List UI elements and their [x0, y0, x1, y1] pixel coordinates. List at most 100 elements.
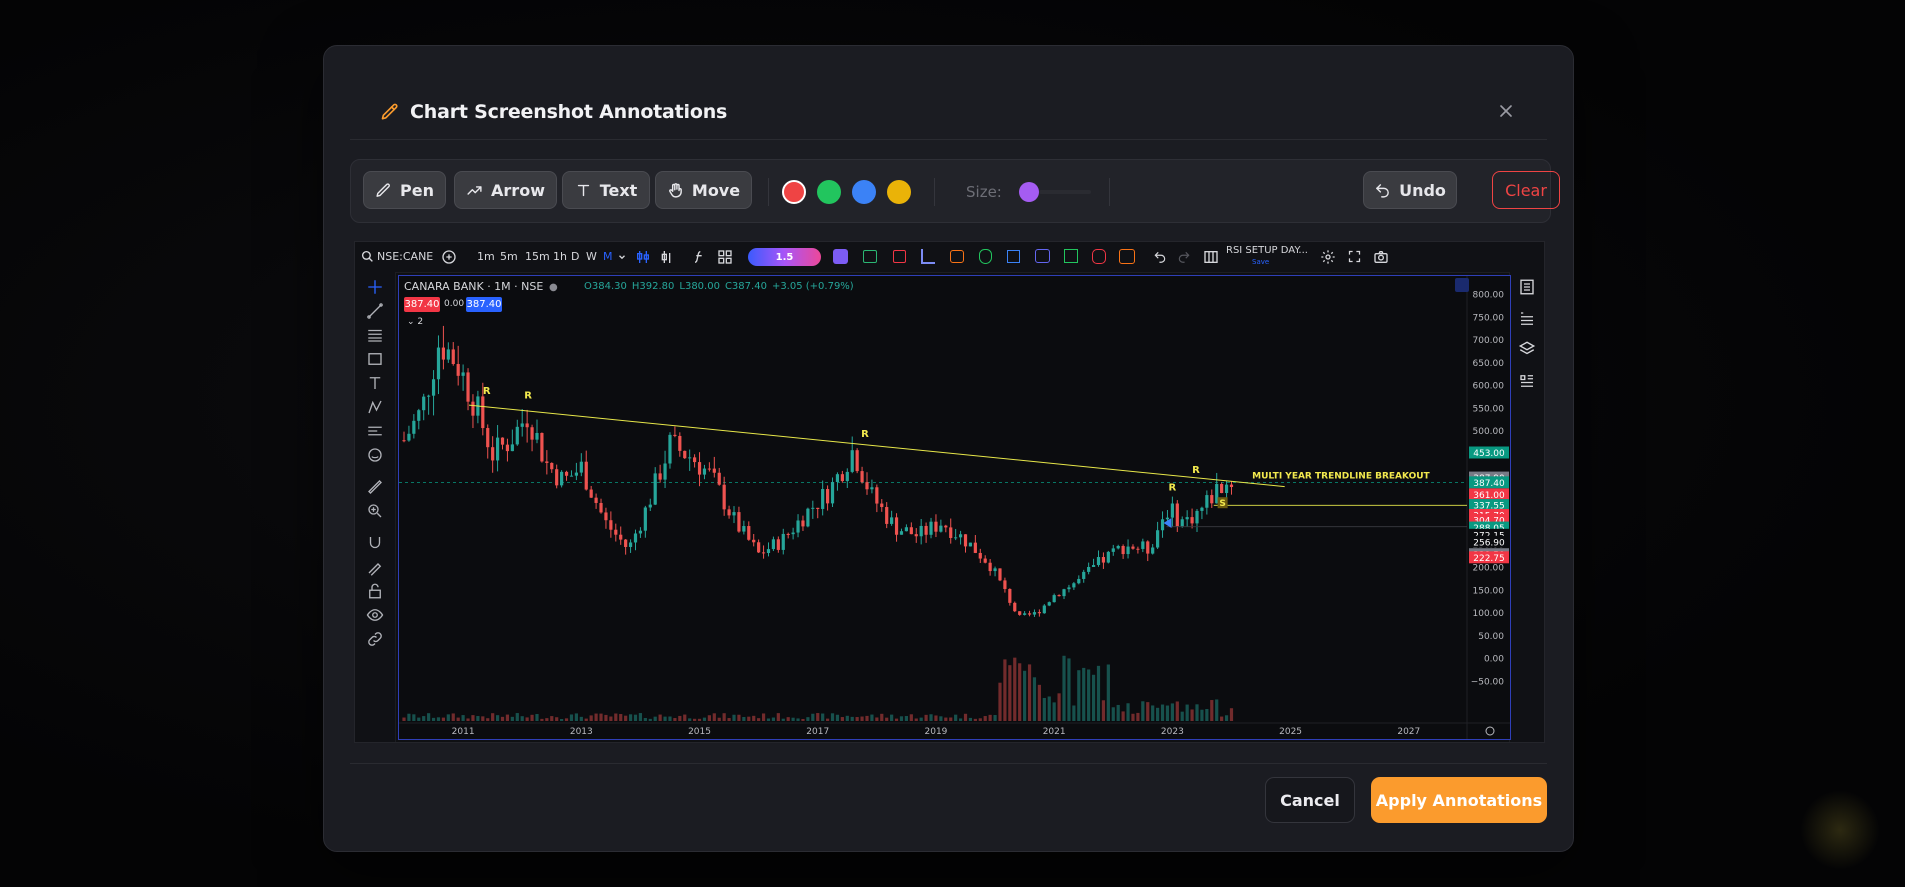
widget-icon[interactable] [833, 249, 848, 264]
fib-icon[interactable] [366, 326, 384, 344]
indicators-icon[interactable] [691, 249, 707, 265]
interval-m[interactable]: M [603, 250, 613, 263]
candle-body [1160, 519, 1165, 531]
fullscreen-icon[interactable] [1347, 249, 1362, 264]
undo-label: Undo [1399, 180, 1446, 200]
candle-body [727, 509, 731, 516]
candle-body [643, 507, 647, 531]
replay-icon[interactable] [863, 250, 877, 263]
color-swatch-green[interactable] [817, 180, 841, 204]
move-tool-button[interactable]: Move [655, 171, 752, 209]
chart-plot-area[interactable]: 800.00 750.00 700.00 650.00 600.00 550.00 500.… [398, 275, 1511, 740]
magnet-icon[interactable] [366, 534, 384, 552]
pen-tool-button[interactable]: Pen [363, 171, 446, 209]
alerts-list-icon[interactable] [1518, 310, 1536, 328]
volume-bar [1072, 705, 1076, 721]
buy-price-box[interactable]: 387.40 [466, 297, 502, 312]
lock-icon[interactable] [366, 582, 384, 600]
interval-w[interactable]: W [586, 250, 597, 263]
crosshair-icon[interactable] [366, 278, 384, 296]
indicator-toggle[interactable]: ⌄ 2 [407, 317, 423, 327]
emoji-icon[interactable] [366, 446, 384, 464]
shape-icon[interactable] [366, 350, 384, 368]
volume-bar [914, 718, 918, 721]
trendline-icon[interactable] [366, 302, 384, 320]
candle-body [958, 534, 963, 538]
templates-icon[interactable] [717, 249, 733, 265]
eye-icon[interactable] [366, 606, 384, 624]
text-tool-icon[interactable] [366, 374, 384, 392]
text-tool-button[interactable]: Text [562, 171, 650, 209]
symbol-search[interactable]: NSE:CANE [377, 250, 433, 263]
interval-1h[interactable]: 1h [553, 250, 567, 263]
color-swatch-red[interactable] [782, 180, 806, 204]
external-link-icon[interactable] [1007, 250, 1020, 263]
arrow-tool-button[interactable]: Arrow [454, 171, 557, 209]
camera-icon[interactable] [1373, 249, 1389, 265]
bar-style-icon[interactable] [659, 249, 675, 265]
interval-15m[interactable]: 15m [525, 250, 550, 263]
resistance-label: R [1192, 465, 1200, 476]
apply-annotations-button[interactable]: Apply Annotations [1371, 777, 1547, 823]
calendar-icon[interactable] [1035, 249, 1050, 263]
color-swatch-yellow[interactable] [887, 180, 911, 204]
layout-icon[interactable] [1203, 249, 1219, 265]
size-slider-handle[interactable] [1019, 182, 1039, 202]
alert-export-icon[interactable] [893, 250, 906, 263]
shield-icon[interactable] [979, 249, 992, 264]
candle-body [515, 426, 519, 445]
undo-button[interactable]: Undo [1363, 171, 1457, 209]
zoom-icon[interactable] [366, 502, 384, 520]
ruler-icon[interactable] [366, 478, 384, 496]
volume-bar [958, 718, 963, 721]
chevron-down-icon[interactable] [617, 252, 627, 262]
clear-button[interactable]: Clear [1492, 171, 1560, 209]
color-swatch-blue[interactable] [852, 180, 876, 204]
size-slider-track[interactable] [1039, 190, 1091, 194]
volume-bar [924, 714, 928, 721]
volume-bar [569, 714, 574, 721]
chart-export-icon[interactable] [1064, 249, 1078, 263]
candle-body [407, 433, 411, 441]
candle-body [855, 450, 859, 472]
cancel-button[interactable]: Cancel [1265, 777, 1355, 823]
candle-style-icon[interactable] [635, 249, 651, 265]
candle-body [766, 549, 771, 553]
chart-screenshot[interactable]: NSE:CANE 1m 5m 15m 1h D W M 1.5 RSI SETU… [354, 241, 1545, 743]
watchlist-icon[interactable] [1518, 278, 1536, 296]
add-symbol-icon[interactable] [441, 249, 457, 265]
layout-name[interactable]: RSI SETUP DAY... [1226, 245, 1308, 256]
interval-5m[interactable]: 5m [500, 250, 518, 263]
redo-icon[interactable] [1177, 250, 1191, 264]
basket-icon[interactable] [950, 250, 964, 263]
layout-save[interactable]: Save [1252, 258, 1269, 266]
sell-price-box[interactable]: 387.40 [404, 297, 440, 312]
interval-1m[interactable]: 1m [477, 250, 495, 263]
undo-icon[interactable] [1153, 250, 1167, 264]
settings-icon[interactable] [1320, 249, 1336, 265]
candle-body [456, 364, 460, 376]
candle-body [545, 461, 549, 463]
volume-bar [855, 717, 859, 721]
pattern-icon[interactable] [366, 398, 384, 416]
chart-object-icon[interactable] [1455, 278, 1469, 292]
risk-icon[interactable] [1092, 249, 1106, 264]
stay-drawing-icon[interactable] [366, 558, 384, 576]
data-window-icon[interactable] [1518, 372, 1536, 390]
compare-icon[interactable] [921, 249, 935, 264]
prediction-icon[interactable] [366, 422, 384, 440]
multiplier-pill[interactable]: 1.5 [748, 248, 821, 266]
candle-body [663, 463, 667, 480]
close-button[interactable] [1493, 98, 1519, 124]
price-chart: 800.00 750.00 700.00 650.00 600.00 550.00 500.… [399, 276, 1510, 739]
search-icon[interactable] [361, 250, 374, 263]
layers-icon[interactable] [1518, 340, 1536, 358]
legend-eye-icon[interactable]: ● [549, 282, 558, 293]
interval-d[interactable]: D [571, 250, 579, 263]
arrow-tool-label: Arrow [491, 180, 545, 200]
candle-body [732, 512, 736, 516]
link-icon[interactable] [366, 630, 384, 648]
trade-panel-icon[interactable] [1119, 249, 1135, 264]
candle-body [909, 527, 913, 535]
volume-bar [968, 717, 973, 721]
